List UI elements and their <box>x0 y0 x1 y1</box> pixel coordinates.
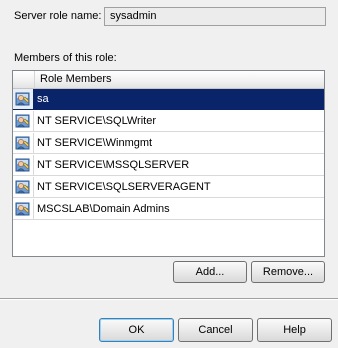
user-login-icon <box>13 177 34 197</box>
user-login-icon <box>13 111 34 131</box>
icon-column-header[interactable] <box>13 71 35 88</box>
separator <box>0 298 338 300</box>
members-label: Members of this role: <box>14 52 117 64</box>
list-item[interactable]: NT SERVICE\MSSQLSERVER <box>13 155 324 176</box>
role-member-name: NT SERVICE\SQLWriter <box>37 115 156 127</box>
list-item[interactable]: sa <box>13 89 324 110</box>
role-member-name: MSCSLAB\Domain Admins <box>37 203 170 215</box>
role-member-name: NT SERVICE\MSSQLSERVER <box>37 159 190 171</box>
user-login-icon <box>13 199 34 219</box>
user-login-icon <box>13 133 34 153</box>
list-item[interactable]: MSCSLAB\Domain Admins <box>13 199 324 220</box>
role-members-column-header[interactable]: Role Members <box>35 71 324 88</box>
server-role-name-field: sysadmin <box>104 7 326 26</box>
list-header: Role Members <box>13 71 324 89</box>
role-members-list[interactable]: Role Members sa NT SERVICE\SQLWriter NT SE… <box>12 70 325 257</box>
ok-button[interactable]: OK <box>99 318 174 342</box>
list-item[interactable]: NT SERVICE\SQLWriter <box>13 111 324 132</box>
user-login-icon <box>13 89 34 109</box>
cancel-button[interactable]: Cancel <box>178 318 253 342</box>
role-member-name: NT SERVICE\SQLSERVERAGENT <box>37 181 211 193</box>
remove-button[interactable]: Remove... <box>251 261 325 283</box>
list-item[interactable]: NT SERVICE\SQLSERVERAGENT <box>13 177 324 198</box>
list-item[interactable]: NT SERVICE\Winmgmt <box>13 133 324 154</box>
role-member-name: sa <box>37 93 49 105</box>
help-button[interactable]: Help <box>257 318 332 342</box>
add-button[interactable]: Add... <box>173 261 247 283</box>
role-member-name: NT SERVICE\Winmgmt <box>37 137 153 149</box>
server-role-name-label: Server role name: <box>14 10 102 22</box>
user-login-icon <box>13 155 34 175</box>
